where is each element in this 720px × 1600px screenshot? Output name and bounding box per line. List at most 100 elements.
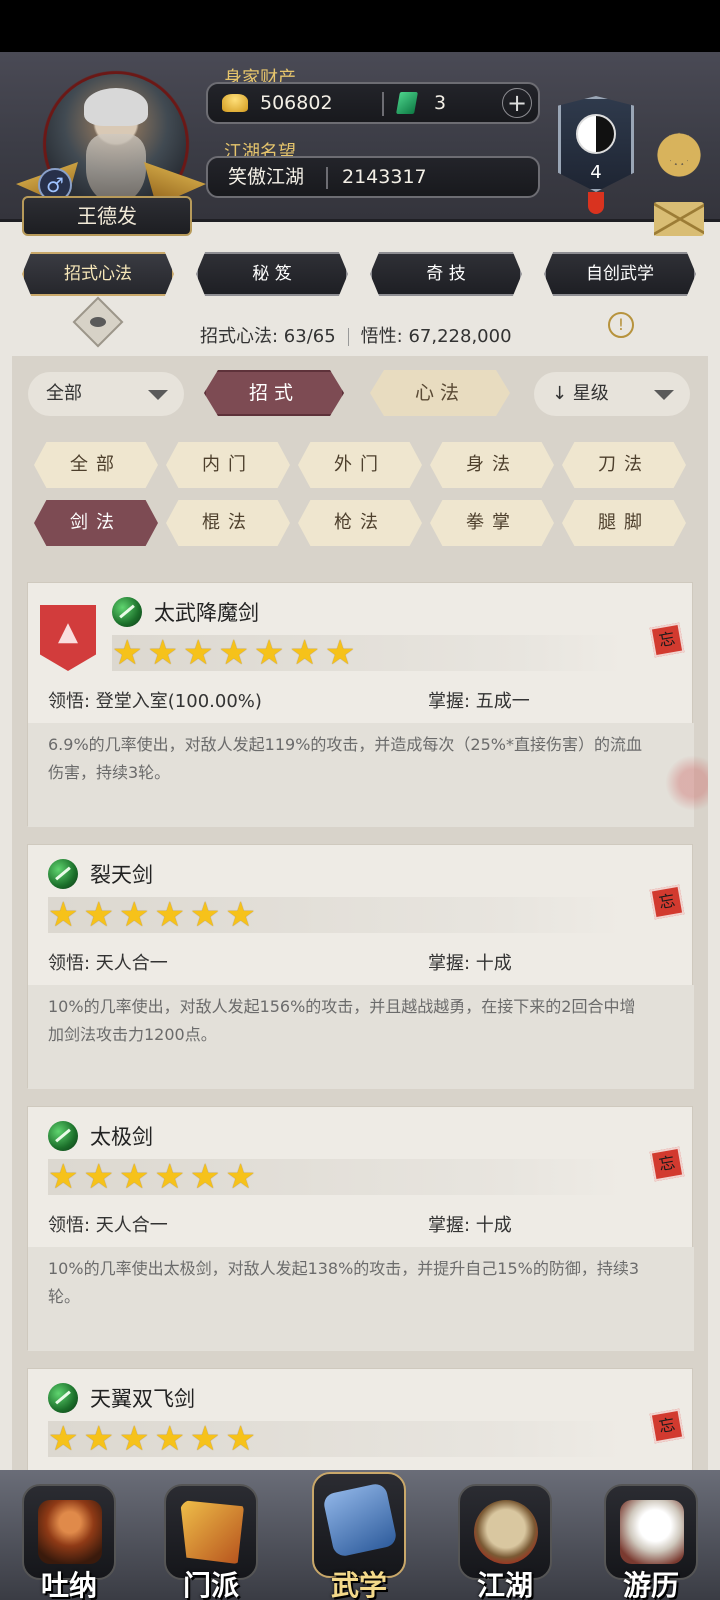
nav-sect[interactable]: 门派 — [156, 1484, 266, 1600]
skill-panel: 全部 招式 心法 ↓ 星级 全部 内门 外门 身法 刀法 剑法 棍法 枪法 拳掌… — [12, 356, 708, 1476]
forget-skill-button[interactable]: 忘 — [649, 1408, 685, 1444]
tassel-icon — [588, 192, 604, 214]
insight-value: 悟性: 67,228,000 — [360, 326, 512, 347]
tab-secret-manual[interactable]: 秘 笈 — [196, 252, 348, 296]
nav-label: 游历 — [622, 1569, 679, 1600]
nav-label: 吐纳 — [40, 1569, 97, 1600]
category-kick[interactable]: 腿脚 — [562, 500, 686, 546]
yin-yang-icon — [576, 114, 616, 154]
scope-value: 全部 — [46, 383, 82, 404]
white-horse-icon — [620, 1500, 684, 1564]
forget-skill-button[interactable]: 忘 — [649, 884, 685, 920]
moves-count: 招式心法: 63/65 — [200, 326, 336, 347]
info-icon[interactable]: ! — [608, 312, 634, 338]
nav-tile — [312, 1472, 406, 1578]
comprehension: 领悟: 天人合一 — [48, 1215, 168, 1236]
view-toggle-eye-icon[interactable] — [72, 296, 124, 348]
wealth-bar: 506802 3 + — [206, 82, 540, 124]
category-outer[interactable]: 外门 — [298, 442, 422, 488]
gold-ingot-icon — [222, 94, 248, 112]
sword-skill-icon — [48, 859, 78, 889]
fame-value: 2143317 — [342, 166, 427, 188]
forget-skill-button[interactable]: 忘 — [649, 1146, 685, 1182]
sort-value: ↓ 星级 — [552, 383, 609, 404]
badge-level: 4 — [590, 162, 602, 183]
jade-icon — [396, 92, 418, 114]
status-bar — [0, 0, 720, 52]
nav-meditate[interactable]: 吐纳 — [14, 1484, 124, 1600]
rank-up-badge-icon — [40, 605, 96, 671]
sword-skill-icon — [112, 597, 142, 627]
taiji-rank-badge[interactable]: 4 — [558, 88, 634, 218]
gold-amount: 506802 — [260, 92, 333, 114]
star-rating: ★★★★★★ — [48, 895, 261, 935]
fame-title: 笑傲江湖 — [228, 166, 305, 188]
comprehension: 领悟: 登堂入室(100.00%) — [48, 691, 262, 712]
category-sword[interactable]: 剑法 — [34, 500, 158, 546]
divider — [382, 92, 384, 116]
tab-special-skill[interactable]: 奇 技 — [370, 252, 522, 296]
divider — [326, 167, 328, 189]
segment-moves[interactable]: 招式 — [204, 370, 344, 416]
top-tab-bar: 招式心法 秘 笈 奇 技 自创武学 — [0, 252, 720, 302]
straw-hat-icon — [474, 1500, 538, 1564]
chevron-down-icon — [148, 390, 168, 400]
category-staff[interactable]: 棍法 — [166, 500, 290, 546]
scope-dropdown[interactable]: 全部 — [28, 372, 184, 416]
settings-gear-icon[interactable] — [654, 124, 704, 184]
star-rating: ★★★★★★★ — [112, 633, 361, 673]
segment-heart[interactable]: 心法 — [370, 370, 510, 416]
tab-moves-heart[interactable]: 招式心法 — [22, 252, 174, 296]
category-movement[interactable]: 身法 — [430, 442, 554, 488]
filter-row: 全部 招式 心法 ↓ 星级 — [12, 356, 708, 436]
mastery: 掌握: 十成 — [428, 1215, 512, 1236]
skill-card[interactable]: 裂天剑 ★★★★★★ 忘 领悟: 天人合一 掌握: 十成 10%的几率使出，对敌… — [27, 844, 694, 1089]
skill-list: 太武降魔剑 ★★★★★★★ 忘 领悟: 登堂入室(100.00%) 掌握: 五成… — [12, 578, 708, 1476]
star-rating: ★★★★★★ — [48, 1157, 261, 1197]
mastery: 掌握: 十成 — [428, 953, 512, 974]
skill-card[interactable]: 太武降魔剑 ★★★★★★★ 忘 领悟: 登堂入室(100.00%) 掌握: 五成… — [27, 582, 708, 827]
jade-amount: 3 — [434, 92, 447, 114]
category-spear[interactable]: 枪法 — [298, 500, 422, 546]
nav-martial-arts[interactable]: 武学 — [304, 1472, 414, 1600]
skill-description: 10%的几率使出太极剑，对敌人发起138%的攻击，并提升自己15%的防御，持续3… — [48, 1259, 640, 1306]
skill-description: 6.9%的几率使出，对敌人发起119%的攻击，并造成每次（25%*直接伤害）的流… — [48, 735, 642, 782]
add-currency-button[interactable]: + — [502, 88, 532, 118]
stats-line: 招式心法: 63/65 悟性: 67,228,000 — [200, 322, 512, 348]
skill-name: 天翼双飞剑 — [90, 1387, 195, 1411]
mail-envelope-icon[interactable] — [654, 202, 704, 236]
category-all[interactable]: 全部 — [34, 442, 158, 488]
forget-skill-button[interactable]: 忘 — [649, 622, 685, 658]
player-header: ♂ 王德发 身家财产 506802 3 + 江湖名望 笑傲江湖 2143317 … — [0, 52, 720, 236]
nav-label: 武学 — [330, 1569, 387, 1600]
category-fist[interactable]: 拳掌 — [430, 500, 554, 546]
category-inner[interactable]: 内门 — [166, 442, 290, 488]
sword-skill-icon — [48, 1121, 78, 1151]
mastery: 掌握: 五成一 — [428, 691, 530, 712]
tab-custom-martial[interactable]: 自创武学 — [544, 252, 696, 296]
chevron-down-icon — [654, 390, 674, 400]
player-name: 王德发 — [22, 196, 192, 236]
skill-description: 10%的几率使出，对敌人发起156%的攻击，并且越战越勇，在接下来的2回合中增加… — [48, 997, 636, 1044]
nav-jianghu[interactable]: 江湖 — [450, 1484, 560, 1600]
skill-name: 太极剑 — [90, 1125, 153, 1149]
sect-banner-icon — [180, 1500, 244, 1564]
category-blade[interactable]: 刀法 — [562, 442, 686, 488]
bottom-nav: 吐纳 门派 武学 江湖 游历 — [0, 1470, 720, 1600]
nav-label: 江湖 — [476, 1569, 533, 1600]
fame-bar: 笑傲江湖 2143317 — [206, 156, 540, 198]
nav-travel[interactable]: 游历 — [596, 1484, 706, 1600]
skill-name: 裂天剑 — [90, 863, 153, 887]
nav-label: 门派 — [182, 1569, 239, 1600]
martial-book-icon — [322, 1482, 398, 1558]
star-rating: ★★★★★★ — [48, 1419, 261, 1459]
sword-skill-icon — [48, 1383, 78, 1413]
divider — [347, 328, 349, 346]
skill-card[interactable]: 天翼双飞剑 ★★★★★★ 忘 — [27, 1368, 693, 1476]
skill-name: 太武降魔剑 — [154, 601, 259, 625]
meditate-icon — [38, 1500, 102, 1564]
skill-card[interactable]: 太极剑 ★★★★★★ 忘 领悟: 天人合一 掌握: 十成 10%的几率使出太极剑… — [27, 1106, 694, 1351]
comprehension: 领悟: 天人合一 — [48, 953, 168, 974]
screen: ♂ 王德发 身家财产 506802 3 + 江湖名望 笑傲江湖 2143317 … — [0, 0, 720, 1600]
sort-dropdown[interactable]: ↓ 星级 — [534, 372, 690, 416]
